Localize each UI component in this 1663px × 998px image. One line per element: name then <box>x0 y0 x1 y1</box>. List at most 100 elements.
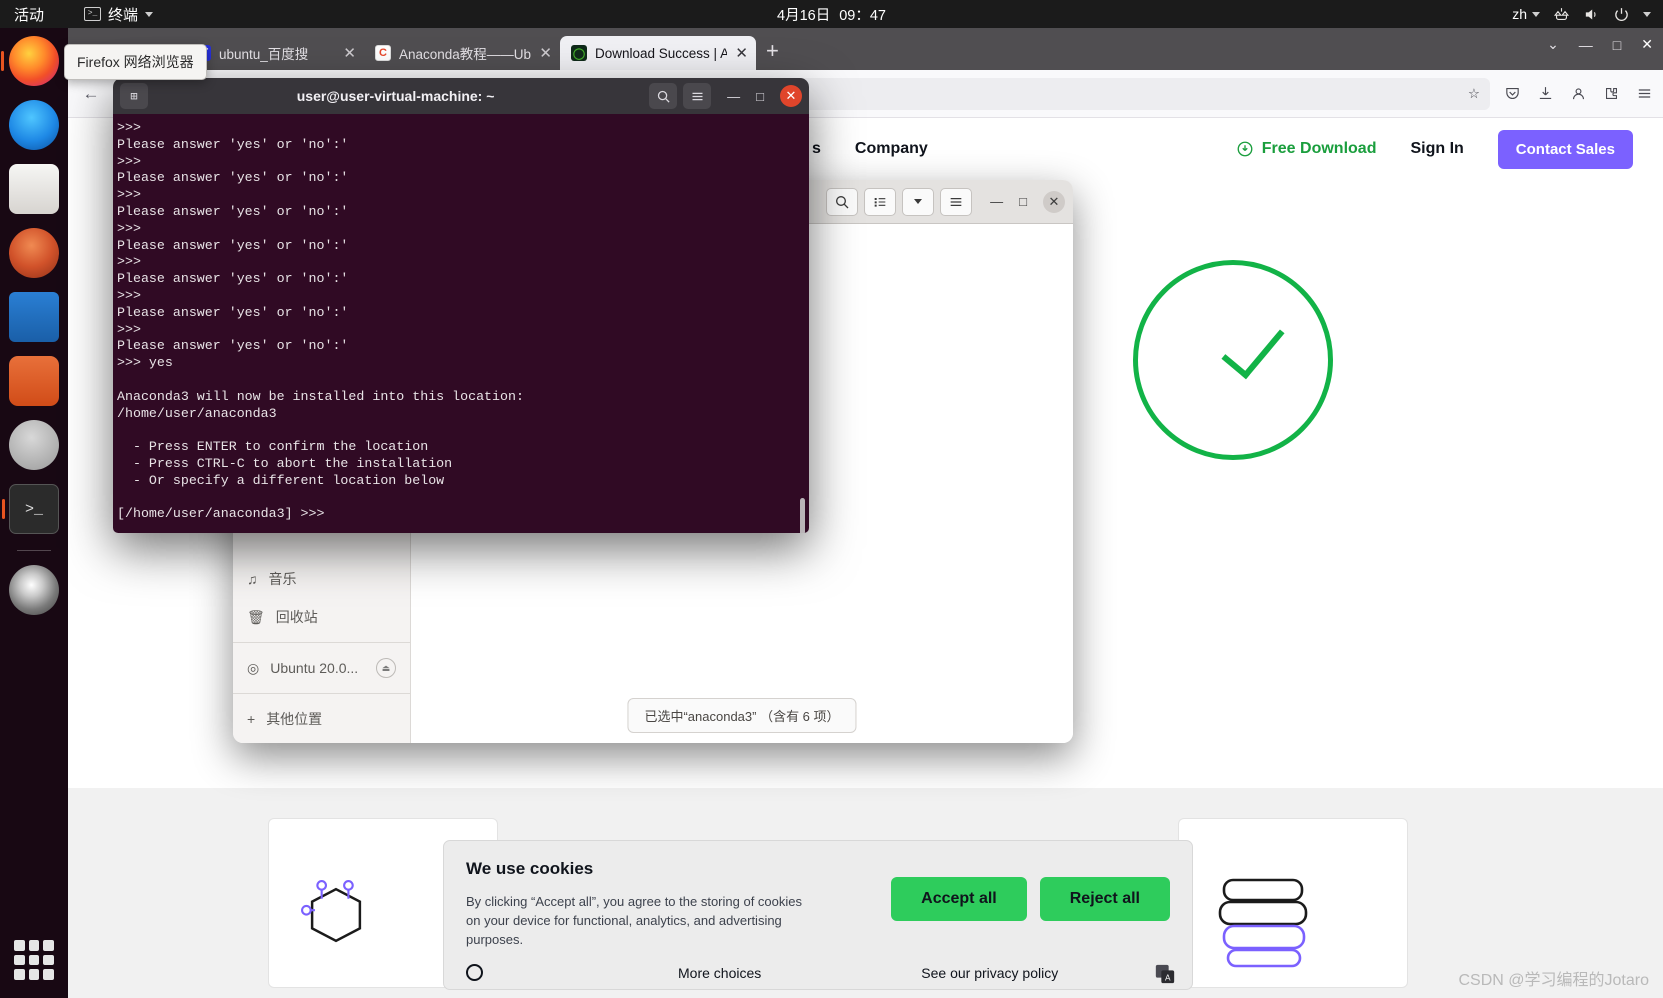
sidebar-item-label: 回收站 <box>276 607 318 627</box>
contact-sales-button[interactable]: Contact Sales <box>1498 130 1633 169</box>
maximize-button[interactable]: □ <box>1613 37 1621 53</box>
show-applications-button[interactable] <box>14 940 54 980</box>
app-menu-button[interactable]: >_ 终端 <box>84 4 153 25</box>
network-icon[interactable] <box>1553 6 1570 23</box>
tab-title: ubuntu_百度搜 <box>219 43 335 63</box>
search-icon[interactable] <box>826 188 858 216</box>
free-download-link[interactable]: Free Download <box>1236 140 1377 158</box>
close-button[interactable]: ✕ <box>1641 36 1653 53</box>
nav-item-company[interactable]: Company <box>855 140 928 158</box>
nav-item-s[interactable]: s <box>812 140 821 158</box>
status-badge: 已选中“anaconda3” （含有 6 项） <box>627 698 856 733</box>
sidebar-item-ubuntu-disc[interactable]: ◎ Ubuntu 20.0... ⏏ <box>233 649 410 687</box>
minimize-button[interactable]: — <box>727 89 740 104</box>
accept-all-button[interactable]: Accept all <box>891 877 1027 921</box>
books-stack-icon <box>1208 870 1318 970</box>
cookie-links: More choices See our privacy policy <box>466 964 1172 981</box>
hamburger-icon[interactable] <box>683 83 711 109</box>
sidebar-item-music[interactable]: ♫ 音乐 <box>233 560 410 598</box>
cookie-body-text: By clicking “Accept all”, you agree to t… <box>466 893 811 950</box>
new-tab-icon[interactable]: ⊞ <box>120 83 148 109</box>
keyboard-layout-indicator[interactable]: zh <box>1512 6 1540 22</box>
terminal-icon: >_ <box>84 7 101 21</box>
reject-all-button[interactable]: Reject all <box>1040 877 1170 921</box>
sidebar-item-other-locations[interactable]: + 其他位置 <box>233 700 410 738</box>
sign-in-link[interactable]: Sign In <box>1410 140 1463 158</box>
menu-icon[interactable] <box>1636 85 1653 102</box>
firefox-toolbar-icons <box>1504 85 1653 102</box>
eject-icon[interactable]: ⏏ <box>376 658 396 678</box>
sidebar-divider <box>233 642 410 643</box>
app-menu-label: 终端 <box>108 4 138 25</box>
sidebar-item-trash[interactable]: 🗑 回收站 <box>233 598 410 636</box>
maximize-button[interactable]: □ <box>1019 194 1027 209</box>
tab-download-success[interactable]: ◯ Download Success | Anac ✕ <box>560 36 756 70</box>
system-status-area[interactable]: zh <box>1512 6 1651 23</box>
close-button[interactable]: ✕ <box>780 85 802 107</box>
sidebar-item-label: Ubuntu 20.0... <box>270 660 358 676</box>
clock-button[interactable]: 4月16日 09：47 <box>777 4 886 25</box>
minimize-button[interactable]: — <box>990 194 1003 209</box>
sidebar-item-label: 其他位置 <box>266 709 322 729</box>
account-icon[interactable] <box>1570 85 1587 102</box>
terminal-scrollbar[interactable] <box>800 498 805 533</box>
translate-icon[interactable]: A <box>1154 963 1176 985</box>
files-window-controls: — □ ✕ <box>990 191 1065 213</box>
search-icon[interactable] <box>649 83 677 109</box>
close-button[interactable]: ✕ <box>1043 191 1065 213</box>
view-dropdown-icon[interactable] <box>902 188 934 216</box>
tab-title: Download Success | Anac <box>595 46 727 61</box>
sidebar-divider <box>233 693 410 694</box>
ubuntu-dock: >_ <box>0 28 68 998</box>
dock-item-ubuntu-software[interactable] <box>9 356 59 406</box>
chevron-down-icon <box>1532 12 1540 17</box>
dock-item-terminal[interactable]: >_ <box>9 484 59 534</box>
dock-divider <box>17 550 51 551</box>
free-download-label: Free Download <box>1262 140 1377 158</box>
volume-icon[interactable] <box>1583 6 1600 23</box>
new-tab-button[interactable]: + <box>766 38 779 64</box>
sidebar-item-label: 音乐 <box>269 569 297 589</box>
maximize-button[interactable]: □ <box>756 89 764 104</box>
list-view-icon[interactable] <box>864 188 896 216</box>
dock-item-help[interactable] <box>9 420 59 470</box>
minimize-button[interactable]: — <box>1579 37 1593 53</box>
terminal-output[interactable]: >>> Please answer 'yes' or 'no':' >>> Pl… <box>113 114 809 533</box>
extensions-icon[interactable] <box>1603 85 1620 102</box>
trash-icon: 🗑 <box>247 609 265 626</box>
cookie-settings-icon[interactable] <box>466 964 483 981</box>
cookie-buttons: Accept all Reject all <box>891 877 1170 921</box>
terminal-header-bar: ⊞ user@user-virtual-machine: ~ — □ ✕ <box>113 78 809 114</box>
svg-text:A: A <box>1165 973 1171 982</box>
clock-time: 09：47 <box>839 4 886 25</box>
power-icon[interactable] <box>1613 6 1630 23</box>
list-all-tabs-icon[interactable]: ⌄ <box>1547 36 1559 53</box>
activities-button[interactable]: 活动 <box>14 4 44 25</box>
cube-network-icon <box>293 870 379 960</box>
dock-item-libreoffice-writer[interactable] <box>9 292 59 342</box>
files-header-buttons: — □ ✕ <box>826 188 1065 216</box>
terminal-title: user@user-virtual-machine: ~ <box>148 88 643 104</box>
download-icon[interactable] <box>1537 85 1554 102</box>
firefox-window-controls: ⌄ — □ ✕ <box>1547 36 1653 53</box>
back-button[interactable]: ← <box>78 84 104 104</box>
hamburger-icon[interactable] <box>940 188 972 216</box>
close-icon[interactable]: ✕ <box>539 44 552 62</box>
dock-item-dvd[interactable] <box>9 565 59 615</box>
bookmark-star-icon[interactable]: ☆ <box>1468 86 1480 102</box>
anaconda-icon: ◯ <box>571 45 587 61</box>
dock-item-files[interactable] <box>9 164 59 214</box>
tab-anaconda-tutorial[interactable]: C Anaconda教程——Ubunt ✕ <box>364 36 560 70</box>
dock-item-thunderbird[interactable] <box>9 100 59 150</box>
more-choices-link[interactable]: More choices <box>678 965 761 981</box>
close-icon[interactable]: ✕ <box>343 44 356 62</box>
privacy-policy-link[interactable]: See our privacy policy <box>921 965 1058 981</box>
pocket-icon[interactable] <box>1504 85 1521 102</box>
music-icon: ♫ <box>247 571 258 587</box>
download-circle-icon <box>1236 140 1254 158</box>
dock-item-firefox[interactable] <box>9 36 59 86</box>
chevron-down-icon[interactable] <box>1643 12 1651 17</box>
close-icon[interactable]: ✕ <box>735 44 748 62</box>
dock-item-rhythmbox[interactable] <box>9 228 59 278</box>
tab-baidu[interactable]: 百 ubuntu_百度搜 ✕ <box>184 36 364 70</box>
